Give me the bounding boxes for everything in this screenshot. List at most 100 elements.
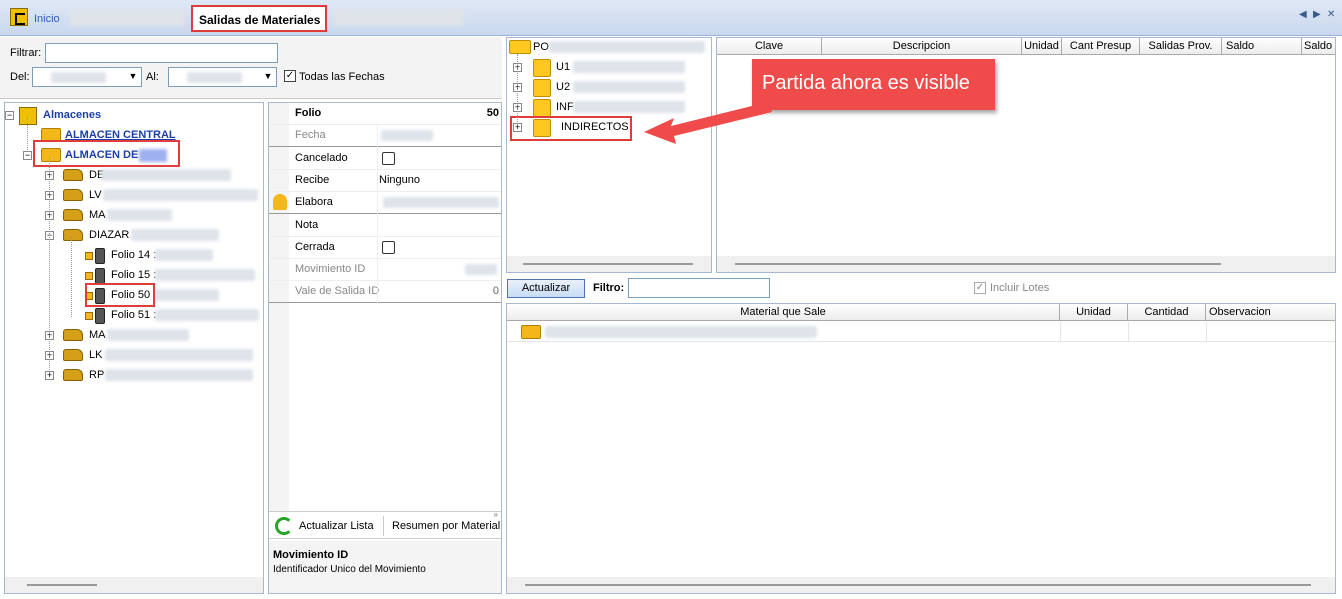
collapse-icon[interactable]: − xyxy=(5,111,14,120)
folio-arrow-icon xyxy=(85,312,93,320)
prop-vale-salida-label: Vale de Salida ID xyxy=(295,285,380,297)
folder-icon xyxy=(533,59,551,77)
tree-node[interactable]: LV xyxy=(89,189,102,201)
truck-icon xyxy=(63,189,83,201)
folio-arrow-icon xyxy=(85,252,93,260)
prop-elabora-label: Elabora xyxy=(295,196,333,208)
almacenes-tree: − Almacenes ALMACEN CENTRAL − ALMACEN DE… xyxy=(4,102,264,594)
tree-node[interactable]: LK xyxy=(89,349,102,361)
truck-icon xyxy=(63,209,83,221)
incluir-lotes-checkbox[interactable]: ✓ xyxy=(974,282,986,294)
tree-node[interactable]: MA xyxy=(89,209,106,221)
folio-arrow-icon xyxy=(85,272,93,280)
material-icon xyxy=(521,325,541,339)
col-cant-presup[interactable]: Cant Presup xyxy=(1062,38,1140,55)
prop-folio-value: 50 xyxy=(486,107,499,119)
partida-root[interactable]: PO xyxy=(533,41,549,53)
blurred-tab[interactable] xyxy=(70,8,185,26)
prop-nota-label: Nota xyxy=(295,219,319,231)
tree-folio[interactable]: Folio 51 : xyxy=(111,309,156,321)
tab-salidas-de-materiales[interactable]: Salidas de Materiales xyxy=(191,5,327,32)
filter-area: Filtrar: Del: ▼ Al: ▼ ✓ Todas las Fechas xyxy=(0,37,502,99)
cerrada-checkbox[interactable] xyxy=(382,241,395,254)
annotation-callout: Partida ahora es visible xyxy=(752,59,995,110)
filtro-label: Filtro: xyxy=(593,282,625,294)
close-icon[interactable]: ✕ xyxy=(1327,9,1335,20)
table-row[interactable] xyxy=(507,322,1335,342)
prop-movimiento-id-label: Movimiento ID xyxy=(295,263,366,275)
expand-icon[interactable]: + xyxy=(45,371,54,380)
tab-home[interactable]: Inicio xyxy=(34,13,60,25)
folder-icon xyxy=(509,40,531,54)
actualizar-lista-button[interactable]: Actualizar Lista xyxy=(299,520,374,532)
annotation-arrow xyxy=(644,102,772,144)
prop-recibe-value[interactable]: Ninguno xyxy=(379,174,420,186)
actualizar-button[interactable]: Actualizar xyxy=(507,279,585,298)
partida-item[interactable]: INF xyxy=(556,101,574,113)
grid-top-scrollbar[interactable] xyxy=(717,256,1335,272)
todas-fechas-checkbox[interactable]: ✓ xyxy=(284,70,296,82)
tree-folio[interactable]: Folio 15 : xyxy=(111,269,156,281)
highlight-box xyxy=(33,140,180,167)
filtro-input[interactable] xyxy=(628,278,770,298)
del-date-dropdown[interactable]: ▼ xyxy=(32,67,142,87)
filtrar-input[interactable] xyxy=(45,43,278,63)
partida-item[interactable]: U2 xyxy=(556,81,570,93)
col-saldo-t[interactable]: Saldo T xyxy=(1302,38,1335,55)
chevron-down-icon[interactable]: ▼ xyxy=(127,71,139,83)
col-cantidad[interactable]: Cantidad xyxy=(1128,304,1206,321)
blurred-tab[interactable] xyxy=(333,8,463,26)
truck-icon xyxy=(63,349,83,361)
prop-vale-salida-value: 0 xyxy=(492,285,499,297)
todas-fechas-label: Todas las Fechas xyxy=(299,71,385,83)
prop-recibe-label: Recibe xyxy=(295,174,330,186)
col-salidas-prov[interactable]: Salidas Prov. xyxy=(1140,38,1222,55)
prop-cancelado-label: Cancelado xyxy=(295,152,348,164)
user-icon xyxy=(273,194,287,210)
app-logo-icon xyxy=(10,8,28,26)
del-label: Del: xyxy=(10,71,30,83)
partidas-tree: PO + U1 + U2 + INF + INDIRECTOS xyxy=(506,37,712,273)
resumen-por-material-button[interactable]: Resumen por Material xyxy=(392,520,500,532)
filtrar-label: Filtrar: xyxy=(10,47,42,59)
folder-icon xyxy=(533,99,551,117)
chevron-down-icon[interactable]: ▼ xyxy=(262,71,274,83)
partidas-scrollbar[interactable] xyxy=(507,256,711,272)
partida-item[interactable]: U1 xyxy=(556,61,570,73)
tree-scrollbar[interactable] xyxy=(5,577,263,593)
grid-bottom-scrollbar[interactable] xyxy=(507,577,1335,593)
almacenes-icon xyxy=(19,107,37,125)
truck-icon xyxy=(63,369,83,381)
col-descripcion[interactable]: Descripcion xyxy=(822,38,1022,55)
col-clave[interactable]: Clave xyxy=(717,38,822,55)
col-unidad[interactable]: Unidad xyxy=(1060,304,1128,321)
tab-prev-icon[interactable]: ◀ xyxy=(1299,9,1307,20)
tree-folio[interactable]: Folio 14 : xyxy=(111,249,156,261)
refresh-icon[interactable] xyxy=(275,517,293,535)
col-unidad[interactable]: Unidad xyxy=(1022,38,1062,55)
truck-icon xyxy=(63,169,83,181)
al-date-dropdown[interactable]: ▼ xyxy=(168,67,277,87)
incluir-lotes-label: Incluir Lotes xyxy=(990,282,1050,294)
truck-icon xyxy=(63,329,83,341)
col-saldo[interactable]: Saldo xyxy=(1222,38,1302,55)
tree-node[interactable]: MA xyxy=(89,329,106,341)
folio-doc-icon xyxy=(95,268,105,284)
overflow-chevron-icon[interactable]: » xyxy=(494,510,498,519)
property-grid: Folio 50 Fecha Cancelado Recibe Ninguno … xyxy=(268,102,502,594)
description-title: Movimiento ID xyxy=(273,549,349,561)
description-text: Identificador Unico del Movimiento xyxy=(273,564,426,575)
prop-fecha-label: Fecha xyxy=(295,129,326,141)
folio-doc-icon xyxy=(95,308,105,324)
cancelado-checkbox[interactable] xyxy=(382,152,395,165)
collapse-icon[interactable]: − xyxy=(23,151,32,160)
tree-node[interactable]: DIAZAR xyxy=(89,229,129,241)
col-material-que-sale[interactable]: Material que Sale xyxy=(507,304,1060,321)
col-observacion[interactable]: Observacion xyxy=(1206,304,1335,321)
tab-next-icon[interactable]: ▶ xyxy=(1313,9,1321,20)
truck-icon xyxy=(63,229,83,241)
highlight-box xyxy=(85,283,155,307)
tree-node[interactable]: RP xyxy=(89,369,104,381)
tree-root-almacenes[interactable]: Almacenes xyxy=(43,109,101,121)
folder-icon xyxy=(533,79,551,97)
